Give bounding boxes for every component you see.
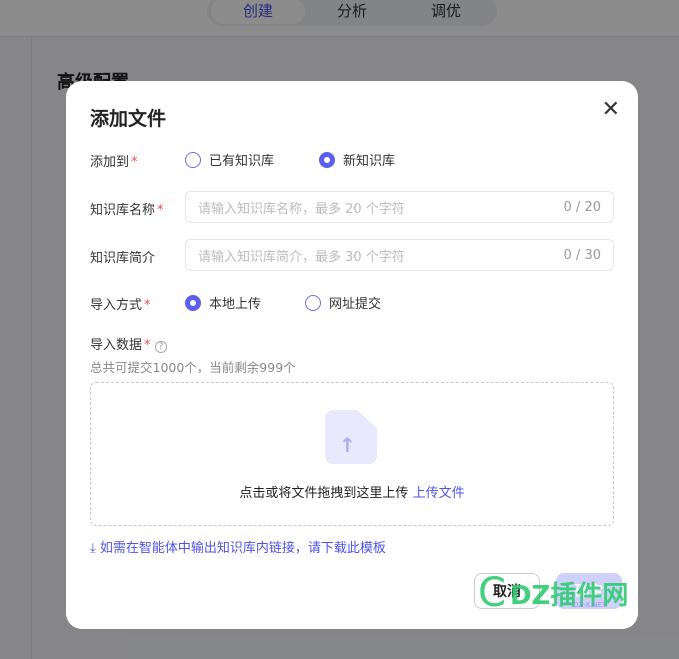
close-icon[interactable]: ✕ — [602, 97, 620, 122]
kb-name-input[interactable]: 请输入知识库名称，最多 20 个字符 0 / 20 — [185, 191, 614, 223]
radio-label: 已有知识库 — [209, 154, 275, 169]
add-file-dialog: 添加文件 ✕ 添加到 * 已有知识库 新知识库 知识库名称 * 请输入知识库名称，最… — [66, 81, 638, 629]
import-data-label: 导入数据 * ? — [90, 334, 168, 353]
download-template-link[interactable]: ⤓ 如需在智能体中输出知识库内链接，请下载此模板 — [90, 537, 386, 556]
radio-label: 新知识库 — [343, 154, 396, 169]
char-counter: 0 / 20 — [563, 199, 601, 215]
char-counter: 0 / 30 — [563, 247, 601, 263]
quota-hint: 总共可提交1000个，当前剩余999个 — [90, 360, 296, 375]
watermark-logo: C DZ插件网 DZ-X.NET — [478, 570, 628, 616]
logo-icon: C — [478, 570, 506, 616]
radio-local-upload[interactable]: 本地上传 — [185, 293, 261, 312]
watermark-sub: DZ-X.NET — [573, 601, 607, 609]
download-icon: ⤓ — [90, 541, 96, 556]
watermark-text: DZ插件网 — [509, 580, 629, 611]
radio-label: 网址提交 — [329, 297, 382, 312]
radio-label: 本地上传 — [209, 297, 262, 312]
import-method-label: 导入方式 * — [90, 298, 151, 313]
placeholder: 请输入知识库名称，最多 20 个字符 — [198, 201, 405, 217]
upload-dropzone[interactable]: ↑ 点击或将文件拖拽到这里上传 上传文件 — [90, 382, 614, 526]
kb-name-label: 知识库名称 * — [90, 203, 164, 218]
radio-url-submit[interactable]: 网址提交 — [305, 293, 381, 312]
kb-desc-label: 知识库简介 — [90, 251, 156, 266]
help-icon[interactable]: ? — [154, 341, 168, 353]
dialog-title: 添加文件 — [90, 108, 167, 130]
radio-checked-icon — [185, 294, 201, 311]
radio-existing-kb[interactable]: 已有知识库 — [185, 150, 274, 169]
radio-checked-icon — [319, 151, 335, 168]
placeholder: 请输入知识库简介，最多 30 个字符 — [198, 249, 405, 265]
arrow-up-icon: ↑ — [339, 433, 356, 457]
add-to-label: 添加到 * — [90, 155, 138, 170]
dropzone-text: 点击或将文件拖拽到这里上传 上传文件 — [239, 486, 465, 501]
kb-desc-input[interactable]: 请输入知识库简介，最多 30 个字符 0 / 30 — [185, 239, 614, 271]
radio-new-kb[interactable]: 新知识库 — [319, 150, 395, 169]
radio-icon — [185, 151, 201, 168]
upload-file-link[interactable]: 上传文件 — [413, 486, 465, 501]
radio-icon — [305, 294, 321, 311]
